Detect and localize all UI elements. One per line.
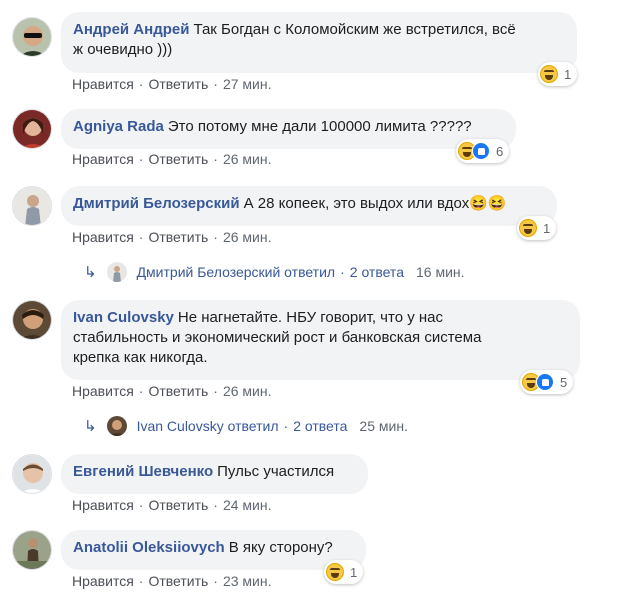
comment-actions: Нравится · Ответить · 26 мин. bbox=[72, 383, 272, 399]
view-replies-link[interactable]: ↳ Дмитрий Белозерский ответил · 2 ответа 1… bbox=[84, 262, 465, 282]
haha-reaction-icon bbox=[326, 563, 344, 581]
comment-text: Не нагнетайте. НБУ говорит, что у нас bbox=[177, 309, 443, 326]
comment-actions: Нравится · Ответить · 24 мин. bbox=[72, 497, 272, 513]
reaction-summary[interactable]: 1 bbox=[538, 62, 578, 86]
reply-arrow-icon: ↳ bbox=[84, 418, 97, 435]
avatar[interactable] bbox=[12, 530, 52, 570]
replies-count[interactable]: 2 ответа bbox=[293, 418, 347, 434]
reply-arrow-icon: ↳ bbox=[84, 264, 97, 281]
reaction-summary[interactable]: 1 bbox=[324, 560, 364, 584]
comment-time[interactable]: 24 мин. bbox=[223, 497, 272, 513]
reply-avatar bbox=[106, 262, 127, 282]
comment-text: Это потому мне дали 100000 лимита ????? bbox=[167, 118, 472, 135]
comment-bubble: Андрей Андрей Так Богдан с Коломойским же… bbox=[61, 12, 577, 73]
comment-actions: Нравится · Ответить · 26 мин. bbox=[72, 151, 272, 167]
reply-link[interactable]: Ответить bbox=[148, 229, 208, 245]
comment-time[interactable]: 27 мин. bbox=[223, 76, 272, 92]
haha-reaction-icon bbox=[540, 65, 558, 83]
reaction-summary[interactable]: 1 bbox=[517, 216, 557, 240]
comment-author[interactable]: Anatolii Oleksiiovych bbox=[73, 539, 225, 556]
reply-link[interactable]: Ответить bbox=[148, 76, 208, 92]
comment-text: А 28 копеек, это выдох или вдох😆😆 bbox=[243, 195, 507, 212]
avatar[interactable] bbox=[12, 186, 52, 226]
reaction-count: 1 bbox=[564, 66, 572, 82]
comment-text: Пульс участился bbox=[217, 463, 335, 480]
reaction-summary[interactable]: 5 bbox=[520, 370, 574, 394]
like-link[interactable]: Нравится bbox=[72, 383, 134, 399]
reaction-summary[interactable]: 6 bbox=[456, 139, 510, 163]
avatar[interactable] bbox=[12, 300, 52, 340]
reaction-count: 1 bbox=[350, 564, 358, 580]
comment-bubble: Дмитрий Белозерский А 28 копеек, это выдо… bbox=[61, 186, 557, 226]
comment-bubble: Евгений Шевченко Пульс участился bbox=[61, 454, 368, 494]
reply-link[interactable]: Ответить bbox=[148, 151, 208, 167]
reply-link[interactable]: Ответить bbox=[148, 383, 208, 399]
replies-time: 16 мин. bbox=[415, 264, 465, 280]
comment-text: крепка как никогда. bbox=[73, 349, 208, 366]
comment-actions: Нравится · Ответить · 26 мин. bbox=[72, 229, 272, 245]
comment-text: Так Богдан с Коломойским же встретился, … bbox=[193, 21, 516, 38]
like-link[interactable]: Нравится bbox=[72, 497, 134, 513]
comment-text: ж очевидно ))) bbox=[73, 41, 173, 58]
replies-count[interactable]: 2 ответа bbox=[350, 264, 404, 280]
avatar[interactable] bbox=[12, 454, 52, 494]
comment-bubble: Agniya Rada Это потому мне дали 100000 ли… bbox=[61, 109, 516, 149]
comment-text: В яку сторону? bbox=[228, 539, 333, 556]
comment-author[interactable]: Дмитрий Белозерский bbox=[73, 195, 240, 212]
avatar[interactable] bbox=[12, 17, 52, 57]
comment-bubble: Ivan Culovsky Не нагнетайте. НБУ говорит,… bbox=[61, 300, 580, 380]
like-link[interactable]: Нравится bbox=[72, 151, 134, 167]
comment-text: стабильность и экономический рост и банк… bbox=[73, 329, 482, 346]
like-link[interactable]: Нравится bbox=[72, 229, 134, 245]
comment-time[interactable]: 26 мин. bbox=[223, 383, 272, 399]
avatar[interactable] bbox=[12, 109, 52, 149]
like-link[interactable]: Нравится bbox=[72, 76, 134, 92]
comment-author[interactable]: Ivan Culovsky bbox=[73, 309, 174, 326]
replies-author[interactable]: Дмитрий Белозерский ответил bbox=[137, 264, 336, 280]
comment-author[interactable]: Agniya Rada bbox=[73, 118, 164, 135]
like-reaction-icon bbox=[536, 373, 554, 391]
like-link[interactable]: Нравится bbox=[72, 573, 134, 589]
reply-link[interactable]: Ответить bbox=[148, 573, 208, 589]
haha-reaction-icon bbox=[519, 219, 537, 237]
comment-author[interactable]: Андрей Андрей bbox=[73, 21, 189, 38]
comment-actions: Нравится · Ответить · 27 мин. bbox=[72, 76, 272, 92]
comment-time[interactable]: 26 мин. bbox=[223, 151, 272, 167]
comment-time[interactable]: 23 мин. bbox=[223, 573, 272, 589]
reaction-count: 5 bbox=[560, 374, 568, 390]
comment-time[interactable]: 26 мин. bbox=[223, 229, 272, 245]
like-reaction-icon bbox=[472, 142, 490, 160]
replies-time: 25 мин. bbox=[359, 418, 408, 434]
reply-link[interactable]: Ответить bbox=[148, 497, 208, 513]
comment-bubble: Anatolii Oleksiiovych В яку сторону? bbox=[61, 530, 366, 570]
reaction-count: 1 bbox=[543, 220, 551, 236]
reaction-count: 6 bbox=[496, 143, 504, 159]
view-replies-link[interactable]: ↳ Ivan Culovsky ответил · 2 ответа 25 мин. bbox=[84, 416, 408, 436]
replies-author[interactable]: Ivan Culovsky ответил bbox=[137, 418, 279, 434]
comment-actions: Нравится · Ответить · 23 мин. bbox=[72, 573, 272, 589]
reply-avatar bbox=[106, 416, 127, 436]
comment-author[interactable]: Евгений Шевченко bbox=[73, 463, 213, 480]
